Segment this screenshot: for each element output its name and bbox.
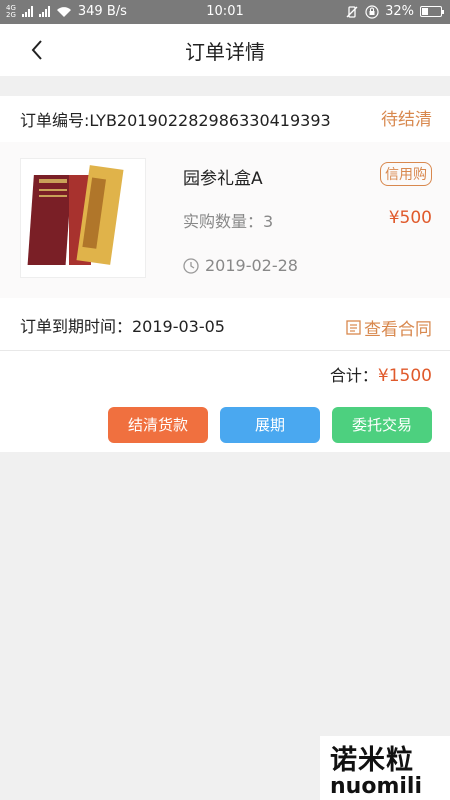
total-label: 合计：	[329, 366, 378, 385]
view-contract-label: 查看合同	[364, 320, 432, 340]
product-name: 园参礼盒A	[183, 169, 263, 189]
order-total: 合计：¥1500	[330, 362, 432, 386]
total-row: 合计：¥1500	[0, 354, 450, 392]
vibrate-icon	[346, 5, 358, 18]
status-bar: 4G 2G 349 B/s 10:01 32%	[0, 0, 450, 24]
expire-date: 订单到期时间：2019-03-05	[20, 317, 225, 336]
product-image	[20, 158, 146, 278]
battery-icon	[420, 6, 444, 17]
order-status: 待结清	[381, 110, 432, 130]
total-amount: ¥1500	[377, 366, 432, 386]
product-price: ¥500	[388, 208, 432, 228]
credit-badge: 信用购	[380, 162, 432, 186]
entrust-trade-button[interactable]: 委托交易	[332, 407, 432, 443]
clock-icon	[183, 257, 199, 274]
lock-icon	[365, 4, 379, 19]
view-contract-link[interactable]: 查看合同	[346, 315, 432, 340]
expire-row: 订单到期时间：2019-03-05 查看合同	[0, 298, 450, 351]
page-title: 订单详情	[185, 40, 265, 64]
order-number-row: 订单编号:LYB20190228298633041939​3 待结清	[0, 96, 450, 142]
watermark-cn: 诺米粒	[330, 745, 414, 776]
order-number: 订单编号:LYB20190228298633041939​3	[20, 111, 331, 130]
document-icon	[346, 320, 361, 335]
battery-percent: 32%	[385, 4, 414, 19]
extend-button[interactable]: 展期	[220, 407, 320, 443]
nav-bar: 订单详情	[0, 24, 450, 76]
product-date: 2019-02-28	[183, 256, 298, 275]
order-card: 订单编号:LYB20190228298633041939​3 待结清 园参礼盒A…	[0, 96, 450, 452]
product-item[interactable]: 园参礼盒A 信用购 实购数量：3 ¥500 2019-02-28	[0, 142, 450, 298]
product-quantity: 实购数量：3	[183, 212, 274, 231]
settle-payment-button[interactable]: 结清货款	[108, 407, 208, 443]
watermark-en: nuomili	[330, 774, 422, 799]
watermark-logo: 诺米粒 nuomili	[320, 736, 450, 800]
product-date-text: 2019-02-28	[205, 256, 298, 275]
